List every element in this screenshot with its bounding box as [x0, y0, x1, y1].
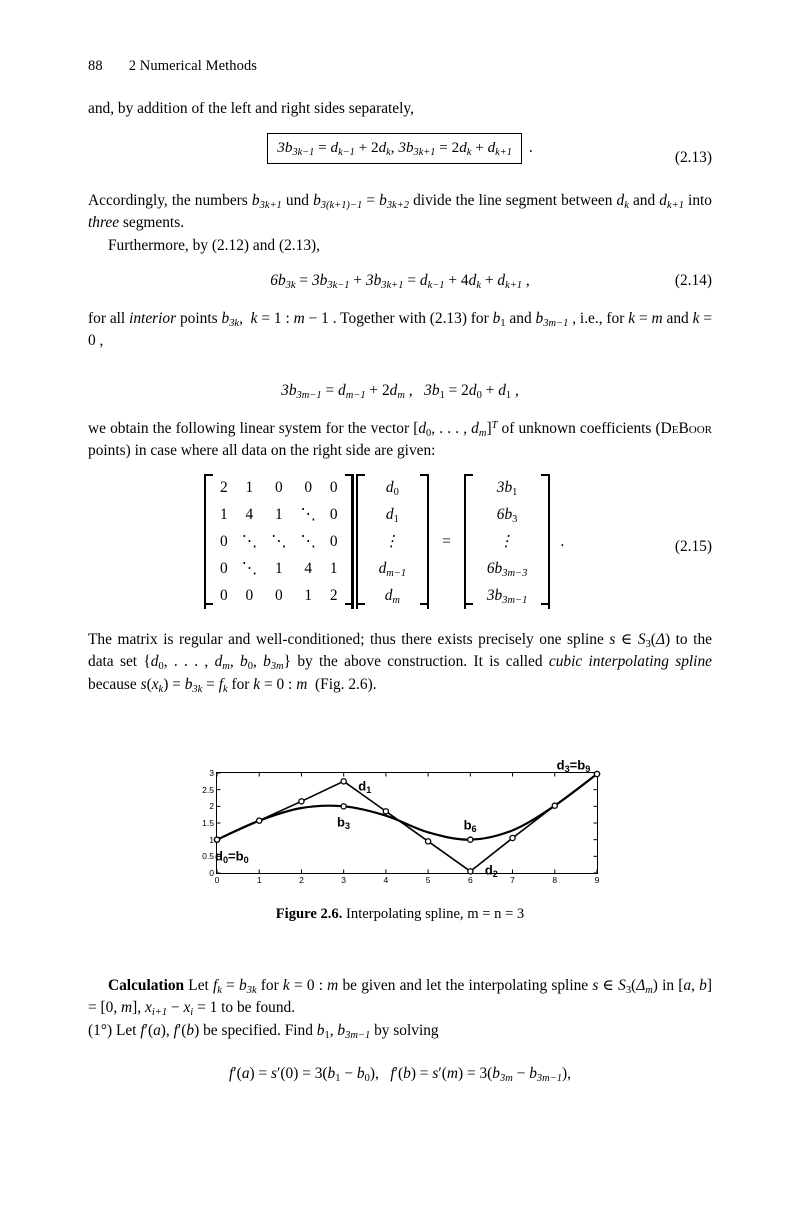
annotation-b6: b6	[463, 817, 477, 834]
matrix-left-bracket	[204, 474, 213, 609]
equation-2-13-row: 3b3k−1 = dk−1 + 2dk, 3b3k+1 = 2dk + dk+1…	[88, 133, 712, 166]
table-row: 21000	[220, 479, 338, 496]
paragraph-interior-points: for all interior points b3k, k = 1 : m −…	[88, 310, 713, 350]
equation-final-row: f′(a) = s′(0) = 3(b1 − b0), f′(b) = s′(m…	[88, 1065, 712, 1084]
table-row: d0	[385, 479, 399, 498]
table-row: ⋮	[498, 533, 516, 550]
unknown-vector-left-bracket	[355, 474, 365, 609]
table-row: d1	[385, 506, 399, 525]
y-tick-1-5: 1.5	[202, 818, 214, 828]
annotation-d1: d1	[358, 778, 372, 795]
equation-2-13-box: 3b3k−1 = dk−1 + 2dk, 3b3k+1 = 2dk + dk+1	[267, 133, 522, 164]
equation-2-14-row: 6b3k = 3b3k−1 + 3b3k+1 = dk−1 + 4dk + dk…	[88, 272, 712, 291]
table-row: 0 ⋱ 1 4 1	[220, 560, 338, 577]
paragraph-calculation-1: (1°) Let f′(a), f′(b) be specified. Find…	[88, 1021, 439, 1041]
x-tick-6: 6	[467, 875, 473, 885]
y-tick-3: 3	[209, 768, 214, 778]
x-tick-0: 0	[214, 875, 220, 885]
table-row: 1 4 1 ⋱ 0	[220, 506, 338, 523]
figure-caption-label: Figure 2.6.	[275, 906, 343, 922]
figure-caption-text: Interpolating spline, m = n = 3	[346, 906, 525, 922]
annotation-d2: d2	[484, 862, 498, 880]
spline-curve-line	[216, 773, 598, 841]
y-tick-2-5: 2.5	[202, 784, 214, 795]
table-row: dm−1	[378, 560, 407, 579]
table-row: dm	[384, 587, 400, 606]
equation-2-15-period: .	[560, 532, 565, 550]
data-point-markers	[213, 770, 601, 875]
table-row: 3b3m−1	[486, 587, 528, 606]
table-row: 6b3	[496, 506, 518, 525]
paragraph-accordingly: Accordingly, the numbers b3k+1 und b3(k+…	[88, 192, 712, 232]
equation-2-13-number: (2.13)	[674, 149, 712, 166]
x-tick-8: 8	[552, 875, 558, 885]
table-row: 00012	[220, 587, 338, 604]
equation-unnumbered-content: 3b3m−1 = dm−1 + 2dm , 3b1 = 2d0 + d1 ,	[281, 382, 519, 401]
figure-caption: Figure 2.6. Interpolating spline, m = n …	[0, 906, 800, 923]
unknown-vector-right-bracket	[420, 474, 430, 609]
unknown-vector: d0 d1 ⋮ dm−1 dm	[365, 474, 421, 609]
x-tick-4: 4	[383, 875, 389, 885]
equation-2-15-row: 21000 1 4 1 ⋱ 0 0 ⋱ ⋱ ⋱ 0 0 ⋱ 1 4 1 00012 d0 d1 ⋮ dm…	[88, 474, 712, 609]
equation-2-14-number: (2.14)	[674, 272, 712, 289]
matrix-equals-sign: =	[442, 532, 451, 550]
control-polygon-line	[216, 773, 598, 873]
equation-unnumbered-row: 3b3m−1 = dm−1 + 2dm , 3b1 = 2d0 + d1 ,	[88, 382, 712, 401]
paragraph-furthermore: Furthermore, by (2.12) and (2.13),	[108, 236, 320, 254]
table-row: 0 ⋱ ⋱ ⋱ 0	[220, 533, 338, 550]
x-tick-5: 5	[425, 875, 431, 885]
paragraph-matrix-regular: The matrix is regular and well-condition…	[88, 631, 712, 695]
rhs-vector-right-bracket	[541, 474, 551, 609]
annotation-d3-b9: d3=b9	[556, 757, 591, 774]
y-tick-2: 2	[209, 801, 214, 812]
matrix-equation: 21000 1 4 1 ⋱ 0 0 ⋱ ⋱ ⋱ 0 0 ⋱ 1 4 1 00012 d0 d1 ⋮ dm…	[204, 474, 564, 609]
chapter-title: 2 Numerical Methods	[128, 58, 258, 74]
coefficient-matrix: 21000 1 4 1 ⋱ 0 0 ⋱ ⋱ ⋱ 0 0 ⋱ 1 4 1 00012	[213, 474, 345, 609]
x-tick-9: 9	[594, 875, 600, 885]
table-row: 3b1	[496, 479, 518, 498]
x-tick-1: 1	[256, 875, 262, 885]
equation-2-15-number: (2.15)	[674, 538, 712, 555]
x-tick-7: 7	[510, 875, 515, 885]
x-tick-2: 2	[299, 875, 304, 885]
rhs-vector-left-bracket	[463, 474, 473, 609]
matrix-right-bracket	[344, 474, 354, 609]
spline-plot	[213, 770, 601, 875]
table-row: ⋮	[383, 533, 402, 550]
plot-axes: 0 0.5 1 1.5 2 2.5 3 0 1 2 3 4 5 6 7 8 9	[202, 757, 601, 885]
paragraph-linear-system: we obtain the following linear system fo…	[88, 419, 712, 460]
annotation-d0-b0: d0=b0	[215, 848, 249, 865]
table-row: 6b3m−3	[486, 560, 528, 579]
figure-2-6: 0 0.5 1 1.5 2 2.5 3 0 1 2 3 4 5 6 7 8 9	[0, 752, 800, 923]
x-tick-3: 3	[341, 875, 347, 885]
equation-2-14-content: 6b3k = 3b3k−1 + 3b3k+1 = dk−1 + 4dk + dk…	[270, 272, 530, 291]
annotation-b3: b3	[337, 814, 351, 832]
rhs-vector: 3b1 6b3 ⋮ 6b3m−3 3b3m−1	[473, 474, 541, 609]
page-number: 88	[88, 58, 103, 74]
document-page: 88 2 Numerical Methods and, by addition o…	[0, 0, 800, 1213]
equation-final-content: f′(a) = s′(0) = 3(b1 − b0), f′(b) = s′(m…	[229, 1065, 571, 1084]
calculation-heading: Calculation	[108, 977, 185, 994]
paragraph-intro: and, by addition of the left and right s…	[88, 100, 414, 117]
paragraph-calculation: Calculation Let fk = b3k for k = 0 : m b…	[88, 977, 712, 1019]
equation-2-13-period: .	[528, 139, 533, 156]
plot-container: 0 0.5 1 1.5 2 2.5 3 0 1 2 3 4 5 6 7 8 9	[190, 752, 610, 894]
running-head: 88 2 Numerical Methods	[88, 58, 257, 75]
